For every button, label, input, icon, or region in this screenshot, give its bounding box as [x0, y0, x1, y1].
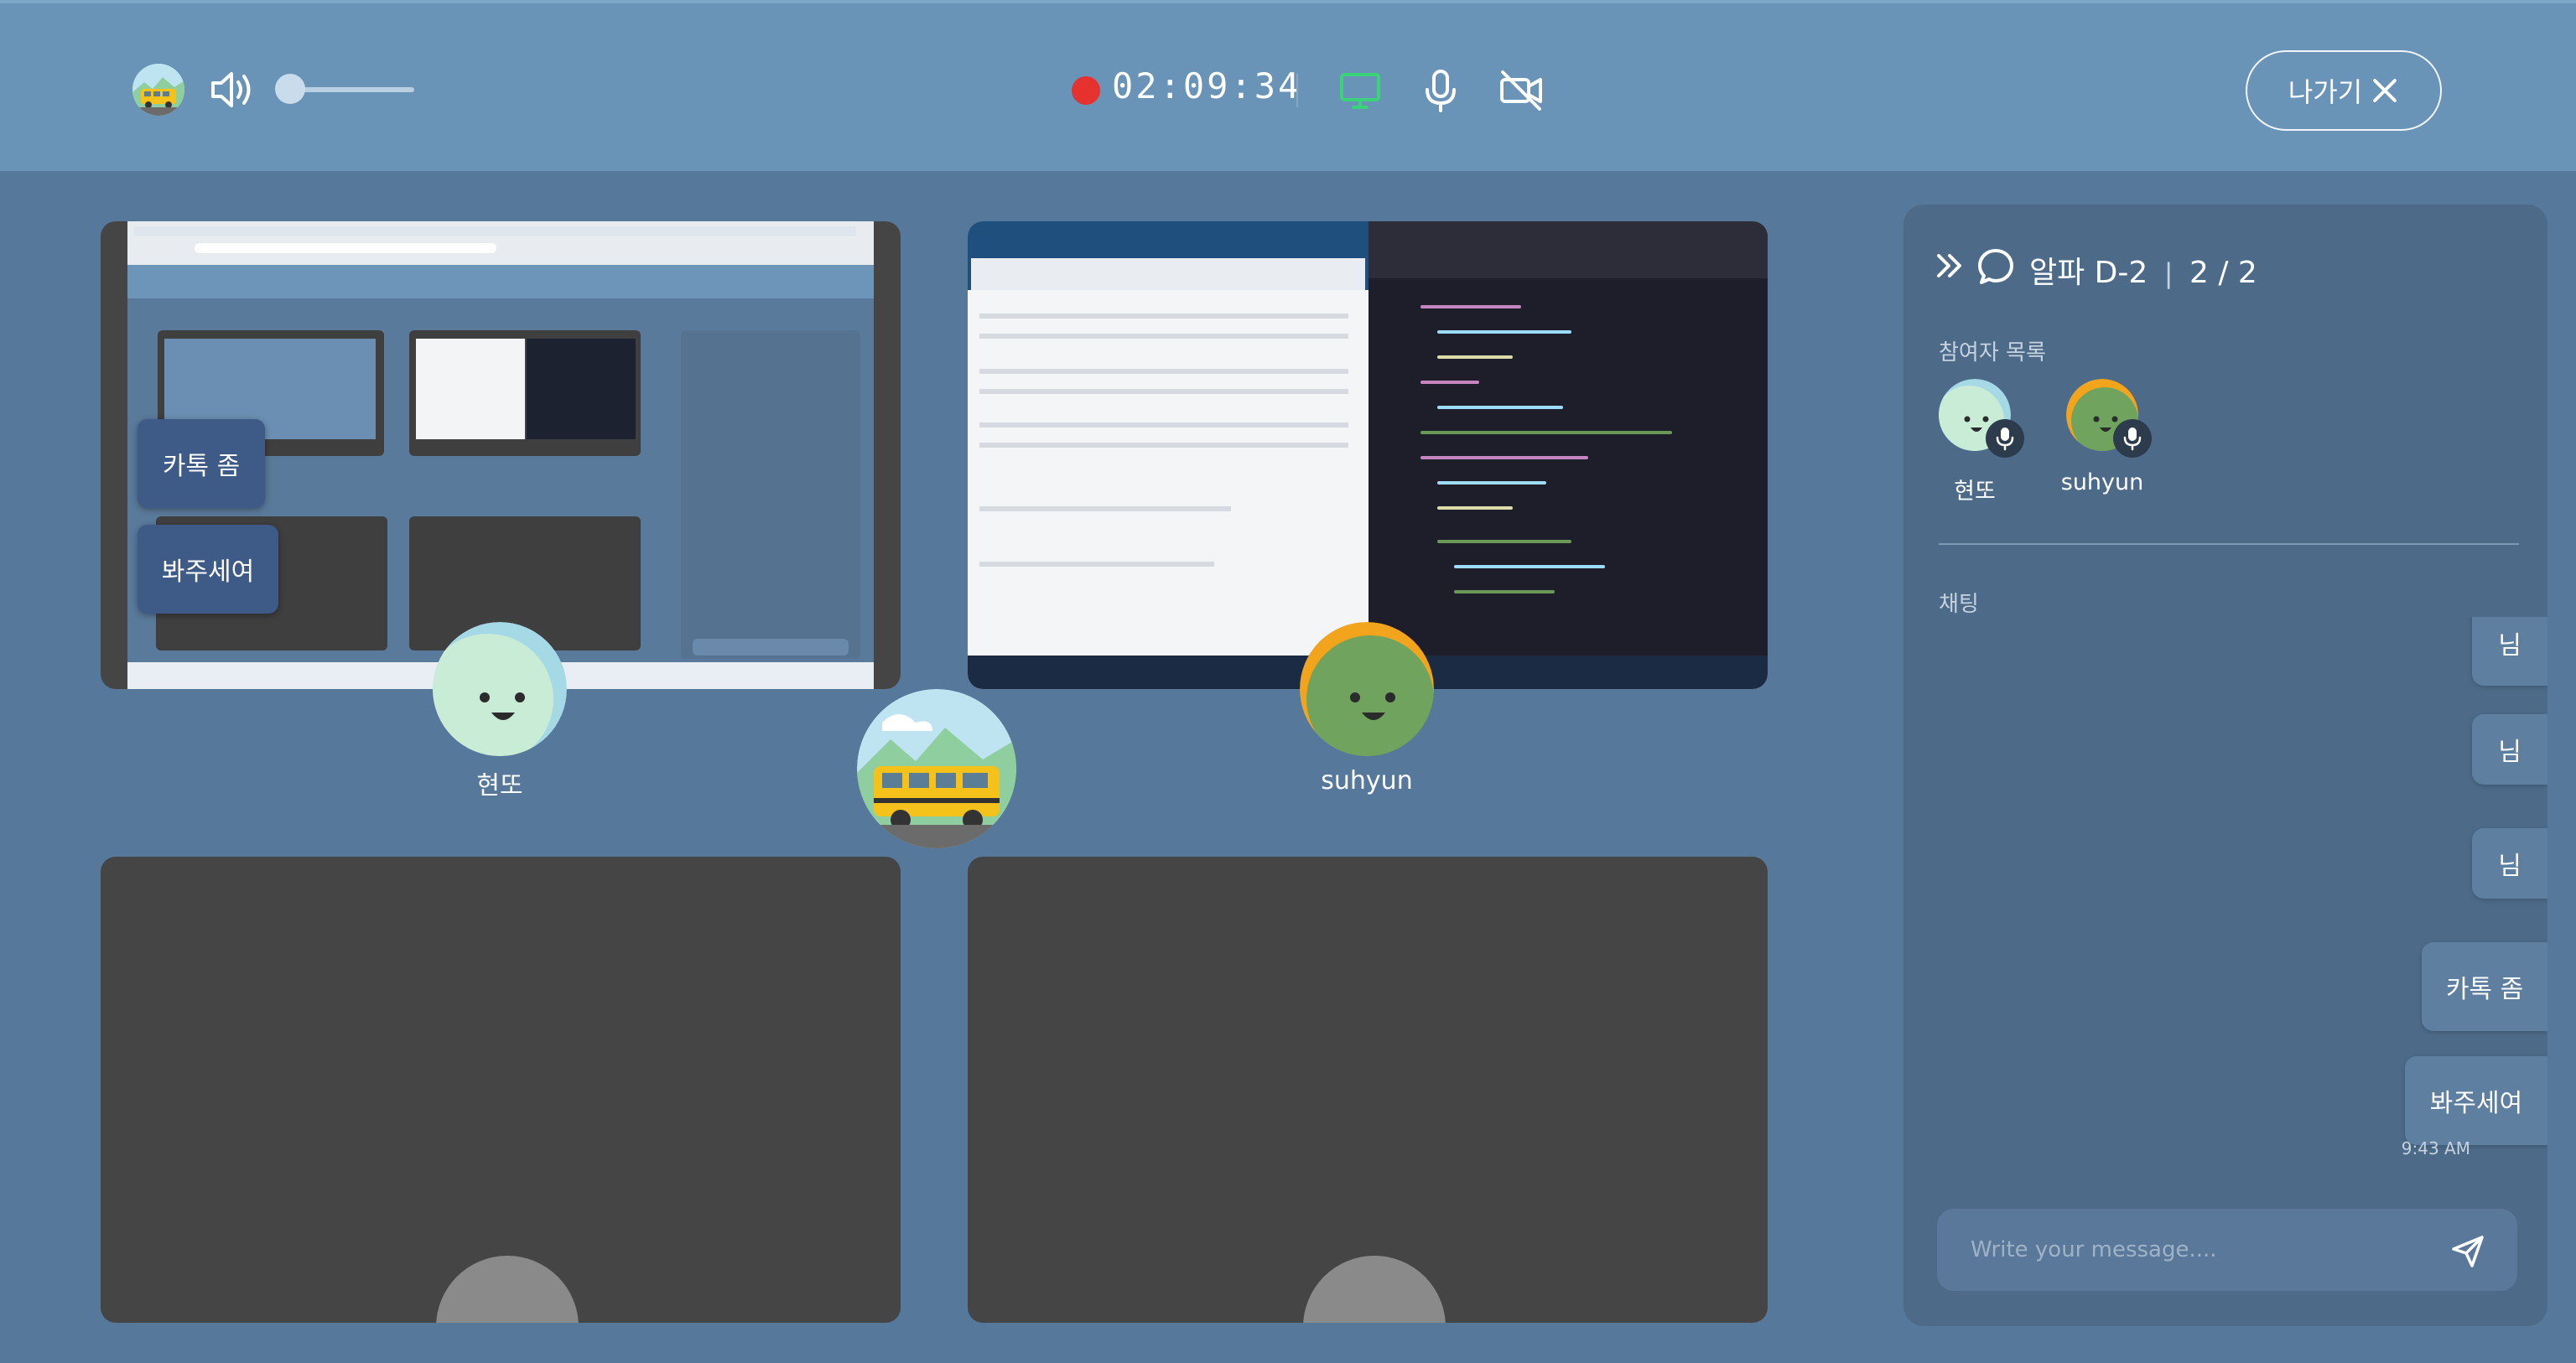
exit-button-label: 나가기 — [2288, 76, 2363, 108]
video-tile-4[interactable] — [968, 857, 1768, 1323]
top-bar: 02:09:34 나가기 — [0, 0, 2576, 171]
chat-message: 님 — [2472, 714, 2547, 785]
participant-mic-icon — [2113, 419, 2152, 458]
video-tile-2[interactable] — [968, 221, 1768, 689]
participant-name-1: 현또 — [476, 771, 523, 801]
message-input[interactable]: Write your message.... — [1937, 1209, 2517, 1291]
overlay-message-2: 봐주세여 — [138, 525, 278, 614]
shared-screen — [968, 221, 1768, 689]
overlay-message-2-text: 봐주세여 — [161, 557, 255, 587]
volume-slider-knob[interactable] — [275, 74, 306, 104]
overlay-message-1: 카톡 좀 — [138, 419, 265, 508]
recording-indicator — [1072, 76, 1100, 105]
exit-button[interactable]: 나가기 — [2246, 50, 2442, 131]
video-tile-3[interactable] — [101, 857, 901, 1323]
camera-off-icon[interactable] — [1498, 67, 1545, 114]
call-timer: 02:09:34 — [1112, 65, 1302, 106]
participant-avatar-1 — [433, 622, 567, 756]
panel-divider — [1939, 543, 2519, 545]
close-icon — [2373, 79, 2397, 102]
room-name: 알파 D-2 — [2029, 256, 2148, 290]
screen-share-icon[interactable] — [1337, 67, 1384, 114]
placeholder-avatar — [436, 1256, 579, 1323]
chat-message: 카톡 좀 — [2422, 942, 2547, 1031]
collapse-panel-icon[interactable] — [1935, 251, 1964, 280]
chat-message: 님 — [2472, 617, 2547, 686]
panel-participant-name-2: suhyun — [2060, 469, 2144, 495]
my-avatar[interactable] — [132, 64, 184, 116]
participant-count: 2 / 2 — [2189, 256, 2257, 290]
participant-mic-icon — [1986, 419, 2024, 458]
chat-bubble-icon — [1978, 249, 2013, 284]
placeholder-avatar — [1303, 1256, 1446, 1323]
participant-avatar-2 — [1300, 622, 1434, 756]
chat-message: 봐주세여 — [2405, 1056, 2547, 1145]
participants-heading: 참여자 목록 — [1939, 340, 2046, 365]
side-panel: 알파 D-2 | 2 / 2 참여자 목록 현또 suhyun 채팅 님 님 님… — [1903, 205, 2547, 1326]
overlay-message-1-text: 카톡 좀 — [162, 452, 241, 481]
video-tile-1[interactable]: 카톡 좀 봐주세여 — [101, 221, 901, 689]
participant-name-2: suhyun — [1321, 766, 1413, 796]
send-icon[interactable] — [2449, 1232, 2487, 1271]
panel-participant-name-1: 현또 — [1954, 479, 1996, 505]
room-title: 알파 D-2 | 2 / 2 — [2029, 248, 2257, 292]
title-separator: | — [2163, 257, 2174, 289]
host-avatar-bus — [857, 689, 1016, 848]
browser-toolbar — [127, 221, 874, 265]
chat-message: 님 — [2472, 828, 2547, 899]
microphone-icon[interactable] — [1417, 67, 1464, 114]
speaker-icon[interactable] — [210, 69, 255, 111]
chat-heading: 채팅 — [1939, 592, 1979, 617]
divider — [1296, 74, 1298, 107]
message-timestamp: 9:43 AM — [2401, 1138, 2470, 1158]
